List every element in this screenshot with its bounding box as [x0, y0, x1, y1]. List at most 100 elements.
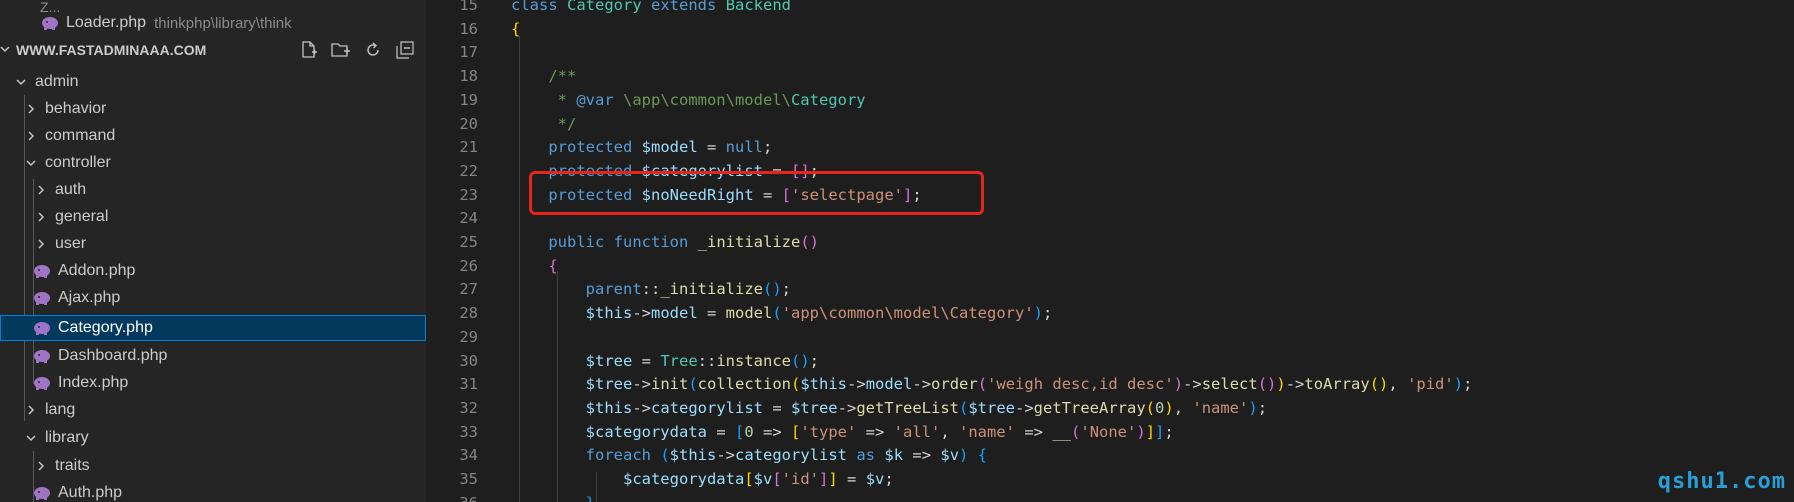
tree-folder-general[interactable]: general — [0, 204, 426, 230]
line-number: 34 — [459, 446, 478, 465]
chevron-right-icon — [26, 129, 36, 144]
code-line: /** — [511, 67, 577, 86]
explorer-section-title: WWW.FASTADMINAAA.COM — [16, 42, 207, 58]
tree-label: controller — [45, 154, 111, 171]
php-elephant-icon — [34, 350, 50, 363]
code-line: */ — [511, 114, 577, 133]
line-number: 25 — [459, 233, 478, 251]
tree-file-ajax[interactable]: Ajax.php — [0, 285, 426, 311]
chevron-down-icon — [0, 43, 10, 57]
line-number: 27 — [459, 280, 478, 299]
tree-folder-command[interactable]: command — [0, 123, 426, 149]
php-elephant-icon — [34, 292, 50, 305]
code-line: $this->categorylist = $tree->getTreeList… — [585, 398, 1268, 417]
code-line: public function _initialize() — [548, 233, 819, 251]
tree-folder-controller[interactable]: controller — [0, 150, 426, 176]
chevron-down-icon — [16, 75, 26, 90]
tree-label: Category.php — [58, 319, 153, 336]
line-number: 35 — [459, 470, 478, 488]
php-elephant-icon — [34, 487, 50, 500]
php-elephant-icon — [34, 377, 50, 390]
tree-folder-user[interactable]: user — [0, 231, 426, 257]
chevron-down-icon — [26, 431, 36, 446]
code-line: * @var \app\common\model\Category — [511, 90, 866, 109]
annotation-highlight-box — [529, 171, 984, 215]
php-elephant-icon — [34, 322, 50, 335]
chevron-right-icon — [26, 102, 36, 117]
line-number: 17 — [459, 43, 478, 62]
tree-folder-lang[interactable]: lang — [0, 397, 426, 423]
collapse-all-icon[interactable] — [394, 39, 416, 61]
tree-folder-traits[interactable]: traits — [0, 453, 426, 479]
line-number: 26 — [459, 256, 478, 275]
code-line: class Category extends Backend — [511, 0, 792, 14]
tree-label: user — [55, 235, 87, 252]
line-number: 28 — [459, 304, 478, 323]
line-number: 18 — [459, 67, 478, 86]
line-number: 20 — [459, 114, 478, 133]
chevron-right-icon — [36, 459, 46, 474]
tree-label: auth — [55, 181, 87, 198]
tree-label: traits — [55, 457, 90, 474]
line-number: 30 — [459, 351, 478, 370]
code-line: $this->model = model('app\common\model\C… — [585, 304, 1053, 323]
code-line: $categorydata[$v['id']] = $v; — [622, 470, 894, 488]
tree-file-addon[interactable]: Addon.php — [0, 258, 426, 284]
explorer-section-header[interactable]: WWW.FASTADMINAAA.COM — [0, 35, 426, 65]
code-line: parent::_initialize(); — [585, 280, 791, 299]
tree-folder-auth[interactable]: auth — [0, 177, 426, 203]
tree-label: behavior — [45, 100, 107, 117]
code-line: protected $model = null; — [548, 138, 773, 157]
code-line: { — [548, 256, 558, 275]
tree-folder-behavior[interactable]: behavior — [0, 96, 426, 122]
php-elephant-icon — [42, 17, 58, 30]
tree-label: admin — [35, 73, 79, 90]
tree-label: command — [45, 127, 116, 144]
code-line: $tree = Tree::instance(); — [585, 351, 819, 370]
code-editor[interactable]: 15 16 17 18 19 20 21 22 23 24 25 26 27 2… — [426, 0, 1794, 502]
line-number: 31 — [459, 375, 478, 394]
chevron-right-icon — [36, 237, 46, 252]
tree-folder-library[interactable]: library — [0, 425, 426, 451]
tree-folder-admin[interactable]: admin — [0, 69, 426, 95]
php-elephant-icon — [34, 265, 50, 278]
line-number: 19 — [459, 90, 478, 109]
line-number: 16 — [459, 19, 478, 38]
line-number: 29 — [459, 327, 478, 346]
line-number: 22 — [459, 161, 478, 180]
tree-label: Index.php — [58, 374, 129, 391]
tree-file-dashboard[interactable]: Dashboard.php — [0, 343, 426, 369]
line-number: 32 — [459, 398, 478, 417]
tree-file-category[interactable]: Category.php — [0, 315, 426, 341]
line-number: 23 — [459, 185, 478, 204]
line-number: 24 — [459, 209, 478, 228]
open-editor-file-path: thinkphp\library\think — [154, 14, 292, 32]
chevron-down-icon — [26, 156, 36, 171]
explorer-actions — [298, 35, 416, 65]
line-number: 15 — [459, 0, 478, 14]
tree-label: Ajax.php — [58, 289, 121, 306]
watermark: qshu1.com — [1657, 469, 1786, 494]
tree-file-auth[interactable]: Auth.php — [0, 480, 426, 502]
tree-label: Auth.php — [58, 484, 123, 501]
chevron-right-icon — [36, 183, 46, 198]
line-number: 33 — [459, 422, 478, 441]
code-line: foreach ($this->categorylist as $k => $v… — [585, 446, 988, 465]
new-file-icon[interactable] — [298, 39, 320, 61]
tree-label: Dashboard.php — [58, 347, 168, 364]
code-line: $tree->init(collection($this->model->ord… — [585, 375, 1473, 394]
explorer-sidebar: Z... Loader.php thinkphp\library\think W… — [0, 0, 426, 502]
line-number: 36 — [426, 492, 478, 502]
chevron-right-icon — [26, 403, 36, 418]
chevron-right-icon — [36, 210, 46, 225]
tree-label: library — [45, 429, 89, 446]
refresh-icon[interactable] — [362, 39, 384, 61]
tree-label: Addon.php — [58, 262, 136, 279]
tree-file-index[interactable]: Index.php — [0, 370, 426, 396]
line-number: 21 — [459, 138, 478, 157]
open-editor-file-name: Loader.php — [66, 14, 147, 31]
open-editor-loader[interactable]: Loader.php thinkphp\library\think — [0, 10, 426, 36]
new-folder-icon[interactable] — [330, 39, 352, 61]
tree-label: general — [55, 208, 109, 225]
code-line: { — [511, 19, 521, 38]
